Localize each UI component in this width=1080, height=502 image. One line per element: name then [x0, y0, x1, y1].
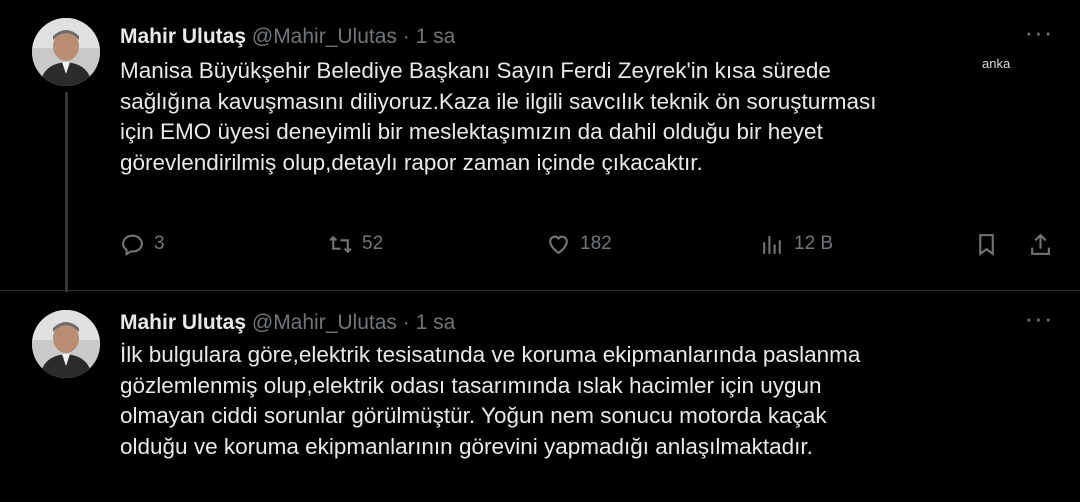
- repost-button[interactable]: 52: [328, 228, 383, 260]
- repost-count: 52: [362, 233, 384, 254]
- reply-button[interactable]: 3: [120, 228, 165, 260]
- heart-icon: [549, 235, 568, 254]
- like-button[interactable]: 182: [546, 228, 612, 260]
- avatar[interactable]: [32, 310, 100, 378]
- tweet-text-line: olduğu ve koruma ekipmanlarının görevini…: [120, 434, 813, 460]
- share-button[interactable]: [1028, 228, 1053, 260]
- tweet[interactable]: Mahir Ulutaş @Mahir_Ulutas · 1 sa ··· İl…: [0, 290, 1080, 502]
- tweet-text-line: İlk bulgulara göre,elektrik tesisatında …: [120, 342, 861, 367]
- thread-connector-line: [65, 92, 68, 292]
- tweet-actions: 3 52 182 12 B: [120, 228, 1060, 260]
- tweet-text-line: görevlendirilmiş olup,detaylı rapor zama…: [120, 150, 703, 176]
- bookmark-icon: [979, 233, 994, 256]
- author-name[interactable]: Mahir Ulutaş: [120, 311, 246, 334]
- author-handle[interactable]: @Mahir_Ulutas: [252, 25, 397, 48]
- tweet-text: İlk bulgulara göre,elektrik tesisatında …: [120, 340, 1065, 463]
- tweet-text: Manisa Büyükşehir Belediye Başkanı Sayın…: [120, 56, 1065, 179]
- timestamp[interactable]: 1 sa: [416, 311, 456, 334]
- separator-dot: ·: [402, 311, 410, 334]
- tweet-text-line: Manisa Büyükşehir Belediye Başkanı Sayın…: [120, 58, 831, 83]
- author-name[interactable]: Mahir Ulutaş: [120, 25, 246, 48]
- tweet-text-line: gözlemlenmiş olup,elektrik odası tasarım…: [120, 372, 822, 398]
- more-icon[interactable]: ···: [1024, 19, 1054, 45]
- tweet-header: Mahir Ulutaş @Mahir_Ulutas · 1 sa: [120, 310, 455, 336]
- repost-icon: [329, 235, 352, 253]
- views-button[interactable]: 12 B: [760, 228, 833, 260]
- bookmark-button[interactable]: [974, 228, 999, 260]
- share-icon: [1031, 233, 1050, 255]
- tweet[interactable]: Mahir Ulutaş @Mahir_Ulutas · 1 sa ··· an…: [0, 0, 1080, 292]
- tweet-text-line: için EMO üyesi deneyimli bir meslektaşım…: [120, 119, 823, 145]
- author-handle[interactable]: @Mahir_Ulutas: [252, 311, 397, 334]
- separator-dot: ·: [402, 25, 410, 48]
- more-icon[interactable]: ···: [1024, 305, 1054, 331]
- views-icon: [763, 235, 781, 254]
- timestamp[interactable]: 1 sa: [416, 25, 456, 48]
- tweet-text-line: sağlığına kavuşmasını diliyoruz.Kaza ile…: [120, 88, 877, 114]
- views-count: 12 B: [794, 233, 834, 254]
- tweet-header: Mahir Ulutaş @Mahir_Ulutas · 1 sa: [120, 24, 455, 50]
- tweet-text-line: olmayan ciddi sorunlar görülmüştür. Yoğu…: [120, 403, 827, 429]
- reply-count: 3: [154, 233, 165, 254]
- avatar[interactable]: [32, 18, 100, 86]
- like-count: 182: [580, 233, 612, 254]
- reply-icon: [122, 234, 143, 256]
